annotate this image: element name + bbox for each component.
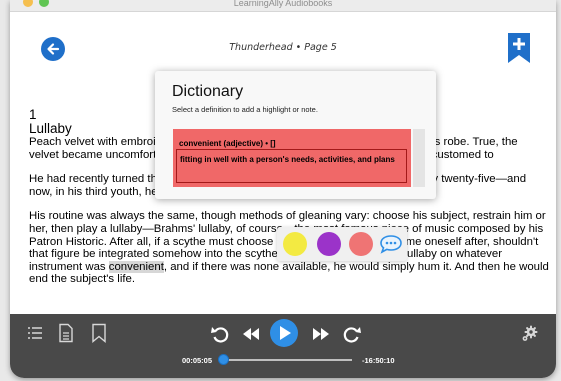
play-button[interactable] (269, 318, 299, 353)
bookmark-outline-icon (92, 323, 106, 343)
add-bookmark-icon (508, 33, 530, 63)
highlight-color-tray (277, 227, 407, 261)
definition-headword: convenient (adjective) • [] (179, 139, 276, 148)
next-icon (313, 328, 329, 340)
highlight-red-button[interactable] (349, 232, 373, 256)
bookmarks-button[interactable] (90, 323, 108, 348)
progress-knob[interactable] (217, 354, 229, 365)
rewind-button[interactable] (210, 324, 230, 349)
play-icon (270, 319, 298, 347)
forward-button[interactable] (342, 324, 362, 349)
remaining-time: -16:50:10 (362, 356, 395, 365)
rewind-icon (211, 327, 229, 343)
highlight-yellow-button[interactable] (283, 232, 307, 256)
gear-icon (522, 325, 538, 341)
next-button[interactable] (311, 327, 331, 346)
page-indicator: Thunderhead • Page 5 (229, 42, 337, 53)
speech-bubble-icon (380, 235, 402, 254)
app-window: LearningAlly Audiobooks Thunderhead • Pa… (10, 0, 556, 378)
definition-text[interactable]: fitting in well with a person's needs, a… (176, 149, 407, 183)
fast-forward-icon (343, 327, 361, 343)
definition-entry[interactable]: convenient (adjective) • [] fitting in w… (173, 129, 411, 187)
elapsed-time: 00:05:05 (182, 356, 213, 365)
add-note-button[interactable] (379, 234, 403, 254)
add-bookmark-button[interactable] (508, 33, 530, 63)
audio-player-bar: 00:05:05 -16:50:10 (10, 314, 556, 378)
list-icon (28, 327, 42, 339)
previous-icon (243, 328, 259, 340)
title-bar: LearningAlly Audiobooks (10, 0, 556, 12)
notes-button[interactable] (57, 323, 75, 348)
dictionary-title: Dictionary (172, 83, 244, 100)
dictionary-popup: Dictionary Select a definition to add a … (155, 71, 436, 199)
progress-track[interactable] (222, 359, 352, 361)
selected-word[interactable]: convenient (108, 260, 164, 273)
highlight-purple-button[interactable] (317, 232, 341, 256)
window-title: LearningAlly Audiobooks (233, 0, 333, 8)
dictionary-scrollbar[interactable] (413, 129, 425, 187)
settings-button[interactable] (520, 324, 540, 349)
document-icon (59, 323, 73, 343)
dictionary-subtitle: Select a definition to add a highlight o… (172, 105, 318, 114)
previous-button[interactable] (241, 327, 261, 346)
table-of-contents-button[interactable] (26, 324, 44, 347)
